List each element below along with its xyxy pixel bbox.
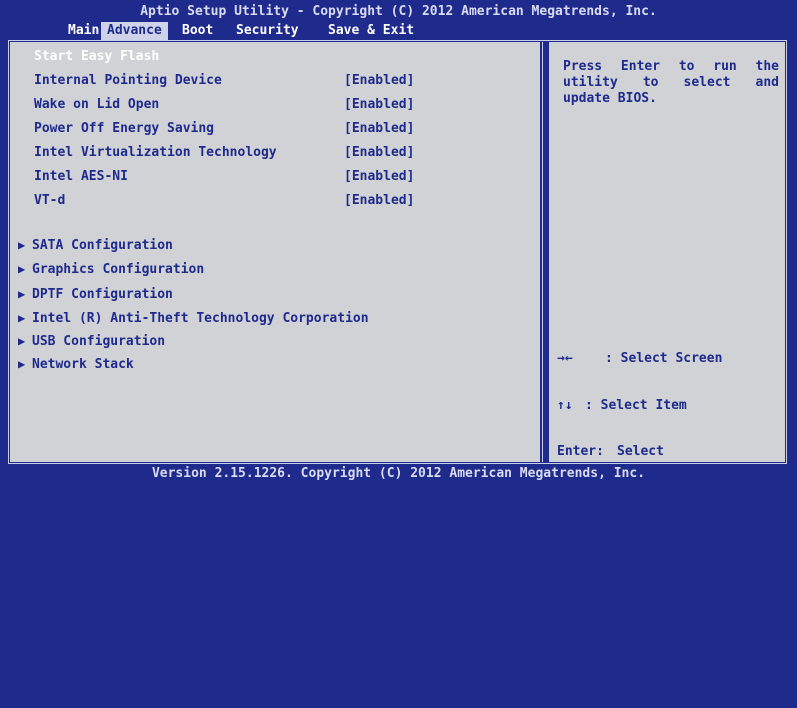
setting-intel-aes-ni[interactable]: Intel AES-NI	[34, 169, 128, 184]
submenu-label: Intel (R) Anti-Theft Technology Corporat…	[32, 311, 369, 326]
key-row: →← : Select Screen	[557, 351, 742, 367]
tab-main[interactable]: Main	[62, 22, 105, 40]
tab-advance[interactable]: Advance	[101, 22, 168, 40]
setting-power-off-energy-saving[interactable]: Power Off Energy Saving	[34, 121, 214, 136]
setting-start-easy-flash[interactable]: Start Easy Flash	[34, 49, 159, 64]
setting-value-power-off-energy-saving[interactable]: [Enabled]	[344, 121, 414, 136]
setting-value-intel-virtualization[interactable]: [Enabled]	[344, 145, 414, 160]
submenu-label: Network Stack	[32, 357, 134, 372]
right-triangle-icon: ▶	[18, 262, 26, 276]
setting-value-vt-d[interactable]: [Enabled]	[344, 193, 414, 208]
key-row: ESC: Exit	[557, 677, 742, 693]
setting-value-internal-pointing-device[interactable]: [Enabled]	[344, 73, 414, 88]
key-row: ↑↓ : Select Item	[557, 398, 742, 414]
key-desc: : Select Item	[585, 397, 687, 413]
key-name: F9	[557, 583, 573, 599]
key-row: +/—: Change Opt.	[557, 491, 742, 507]
setting-internal-pointing-device[interactable]: Internal Pointing Device	[34, 73, 222, 88]
right-triangle-icon: ▶	[18, 311, 26, 325]
right-triangle-icon: ▶	[18, 357, 26, 371]
key-name: Enter:	[557, 444, 604, 459]
key-name: →←	[557, 351, 573, 366]
submenu-label: Graphics Configuration	[32, 262, 205, 277]
bios-footer: Version 2.15.1226. Copyright (C) 2012 Am…	[151, 466, 646, 481]
key-legend: →← : Select Screen ↑↓ : Select Item Enter:…	[557, 320, 742, 708]
bios-title: Aptio Setup Utility - Copyright (C) 2012…	[140, 4, 657, 19]
submenu-graphics-configuration[interactable]: ▶ Graphics Configuration	[18, 262, 204, 277]
pane-divider	[542, 42, 548, 462]
submenu-label: SATA Configuration	[32, 238, 173, 253]
key-desc: : Change Opt.	[585, 490, 687, 506]
right-triangle-icon: ▶	[18, 238, 26, 252]
key-name: ↑↓	[557, 397, 573, 413]
key-row: Enter: Select	[557, 444, 742, 460]
key-row: F10 : Save & Exit	[557, 630, 742, 646]
tab-save-exit[interactable]: Save & Exit	[322, 22, 420, 40]
setting-wake-on-lid-open[interactable]: Wake on Lid Open	[34, 97, 159, 112]
submenu-dptf-configuration[interactable]: ▶ DPTF Configuration	[18, 287, 173, 302]
submenu-label: DPTF Configuration	[32, 287, 173, 302]
submenu-network-stack[interactable]: ▶ Network Stack	[18, 357, 134, 372]
right-triangle-icon: ▶	[18, 287, 26, 301]
key-name: F10	[557, 630, 581, 645]
key-name: ESC	[557, 676, 581, 692]
submenu-sata-configuration[interactable]: ▶ SATA Configuration	[18, 238, 173, 253]
submenu-anti-theft[interactable]: ▶ Intel (R) Anti-Theft Technology Corpora…	[18, 311, 369, 326]
right-triangle-icon: ▶	[18, 334, 26, 348]
key-desc: : Exit	[585, 676, 632, 692]
setting-value-wake-on-lid-open[interactable]: [Enabled]	[344, 97, 414, 112]
key-row: F9 : Optimized Defaults	[557, 584, 742, 600]
key-desc: Select	[617, 444, 664, 459]
submenu-label: USB Configuration	[32, 334, 166, 349]
key-desc: : Optimized Defaults	[585, 583, 742, 599]
key-row: F1 : General Help	[557, 537, 742, 553]
tab-security[interactable]: Security	[230, 22, 305, 40]
key-name: F1	[557, 537, 573, 552]
submenu-usb-configuration[interactable]: ▶ USB Configuration	[18, 334, 165, 349]
key-desc: : General Help	[585, 537, 695, 552]
key-desc: : Save & Exit	[585, 630, 687, 645]
help-text: Press Enter to run the utility to select…	[563, 59, 779, 106]
tab-boot[interactable]: Boot	[176, 22, 219, 40]
key-desc: : Select Screen	[605, 351, 723, 366]
key-name: +/—	[557, 490, 581, 506]
setting-vt-d[interactable]: VT-d	[34, 193, 65, 208]
setting-value-intel-aes-ni[interactable]: [Enabled]	[344, 169, 414, 184]
setting-intel-virtualization[interactable]: Intel Virtualization Technology	[34, 145, 277, 160]
